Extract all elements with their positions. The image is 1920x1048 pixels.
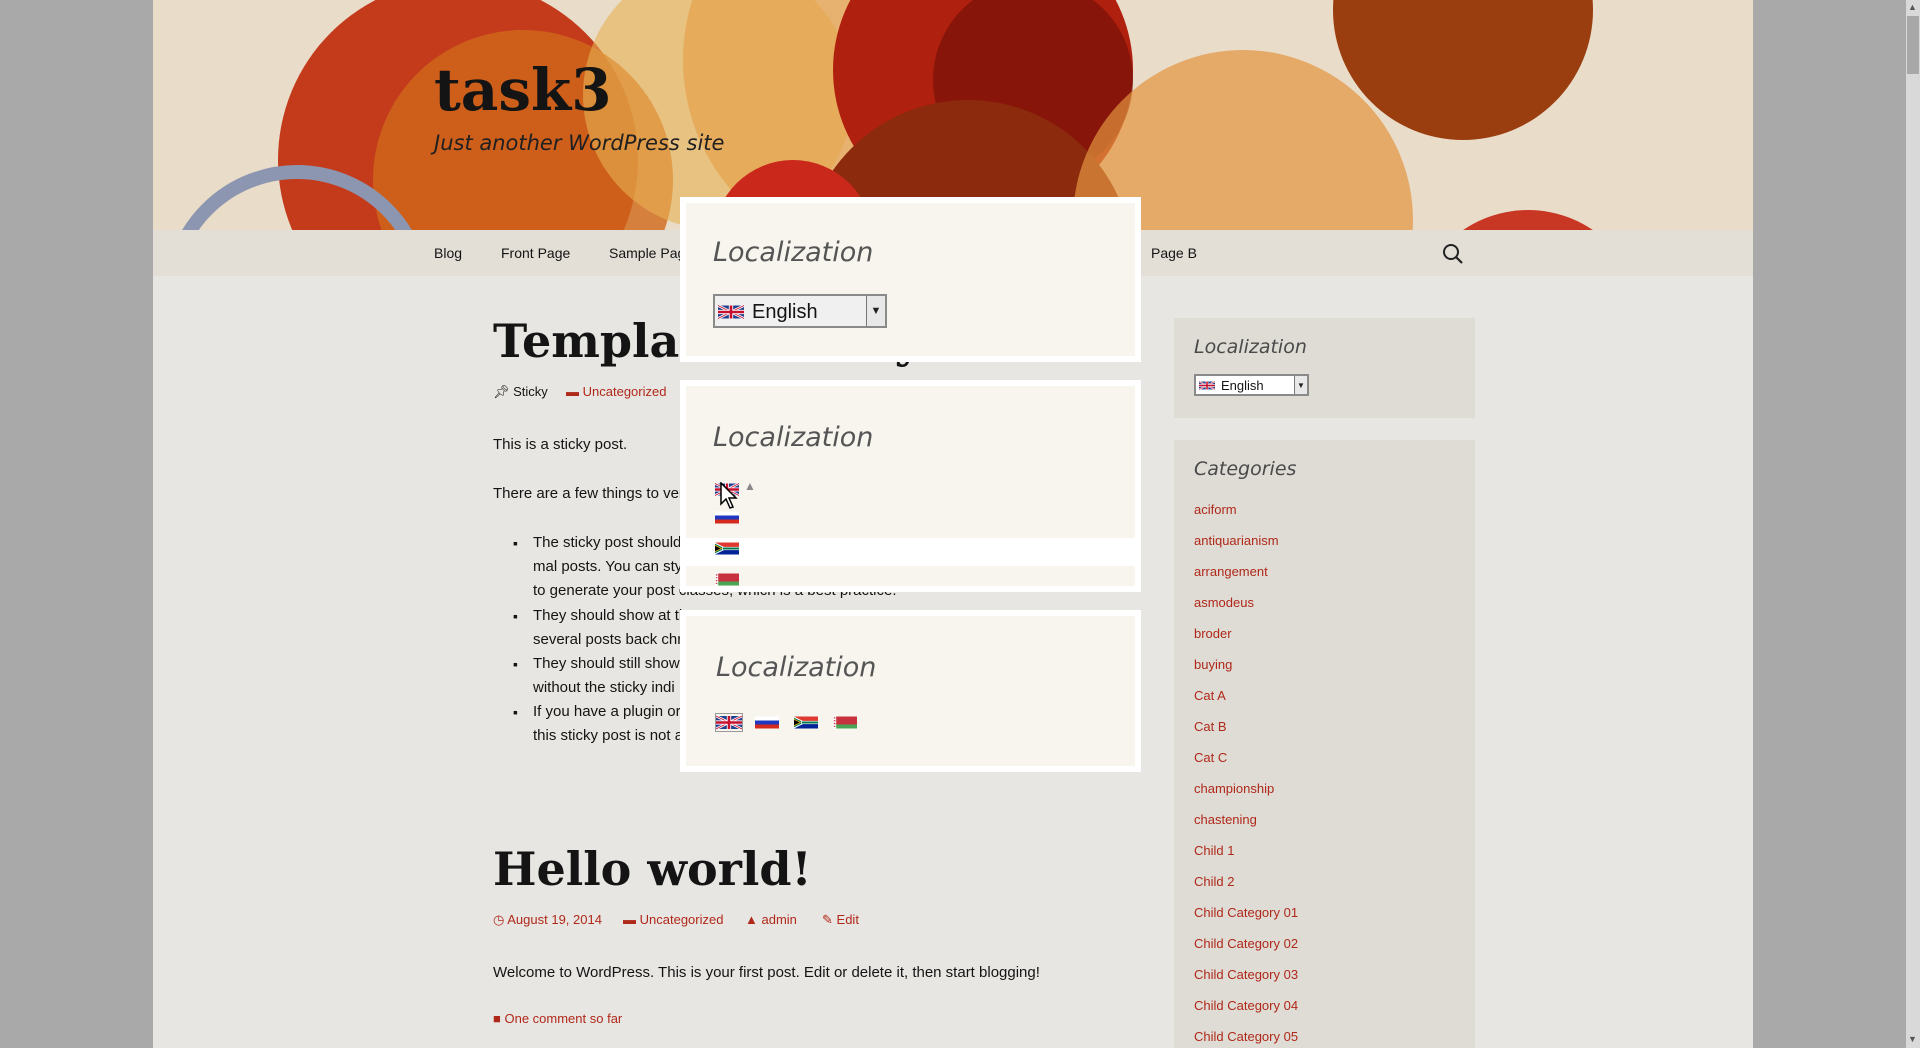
uk-flag-icon xyxy=(1199,380,1215,391)
scroll-down-icon[interactable]: ▼ xyxy=(1908,1034,1917,1044)
category-item[interactable]: chastening xyxy=(1194,812,1257,827)
search-icon[interactable] xyxy=(1442,243,1464,265)
nav-item-blog[interactable]: Blog xyxy=(434,230,462,276)
list-item-line: If you have a plugin or xyxy=(533,703,681,720)
page-scrollbar[interactable]: ▲ ▼ xyxy=(1906,0,1920,1048)
category-item[interactable]: Child Category 01 xyxy=(1194,905,1298,920)
comment-icon: ■ xyxy=(493,1011,501,1026)
edit-label: Edit xyxy=(836,912,859,927)
author-link[interactable]: ▲ admin xyxy=(745,912,797,927)
scroll-up-icon[interactable]: ▲ xyxy=(1908,2,1917,12)
flag-list-row-highlight xyxy=(686,538,1135,566)
category-item[interactable]: broder xyxy=(1194,626,1232,641)
comments-label: One comment so far xyxy=(504,1011,623,1026)
mouse-cursor-icon xyxy=(720,481,740,515)
nav-item-sample-page[interactable]: Sample Pag xyxy=(609,230,685,276)
category-item[interactable]: Child 1 xyxy=(1194,843,1234,858)
uk-flag-icon xyxy=(718,303,744,321)
localization-panel-flag-row: Localization xyxy=(680,610,1141,772)
list-item: They should show at th several posts bac… xyxy=(513,604,688,652)
nav-item-front-page[interactable]: Front Page xyxy=(501,230,570,276)
author-label: admin xyxy=(761,912,797,927)
widget-title: Categories xyxy=(1194,458,1297,480)
pushpin-icon: 📌︎ xyxy=(493,384,510,399)
language-select-value: English xyxy=(752,301,818,323)
category-label: Uncategorized xyxy=(639,912,724,927)
sticky-label: Sticky xyxy=(513,384,548,399)
site-header: task3 Just another WordPress site xyxy=(153,0,1753,230)
list-item-line: without the sticky indi xyxy=(533,679,675,696)
category-item[interactable]: antiquarianism xyxy=(1194,533,1279,548)
list-item-line: several posts back chr xyxy=(533,631,683,648)
list-item-line: They should show at th xyxy=(533,607,688,624)
category-label: Uncategorized xyxy=(582,384,667,399)
language-select[interactable]: English ▼ xyxy=(1194,374,1309,396)
category-item[interactable]: asmodeus xyxy=(1194,595,1254,610)
header-circle-decoration xyxy=(1413,210,1643,230)
panel-background: Localization ▲ xyxy=(680,380,1141,592)
russia-flag-icon[interactable] xyxy=(755,715,779,730)
user-icon: ▲ xyxy=(745,912,758,927)
nav-item-page-b[interactable]: Page B xyxy=(1151,230,1197,276)
chevron-down-icon[interactable]: ▼ xyxy=(866,296,885,326)
post-date-link[interactable]: ◷ August 19, 2014 xyxy=(493,912,602,928)
clock-icon: ◷ xyxy=(493,912,505,927)
panel-title: Localization xyxy=(713,237,874,268)
sidebar-categories-widget: Categories xyxy=(1174,440,1475,1048)
category-item[interactable]: Child Category 03 xyxy=(1194,967,1298,982)
category-item[interactable]: Child 2 xyxy=(1194,874,1234,889)
post-paragraph: There are a few things to ver xyxy=(493,485,684,502)
sidebar-localization-widget: Localization English ▼ xyxy=(1174,318,1475,418)
category-item[interactable]: aciform xyxy=(1194,502,1237,517)
panel-background: Localization English ▼ xyxy=(680,197,1141,362)
category-item[interactable]: Cat B xyxy=(1194,719,1227,734)
category-item[interactable]: arrangement xyxy=(1194,564,1268,579)
panel-title: Localization xyxy=(716,652,877,683)
belarus-flag-icon[interactable] xyxy=(833,715,857,730)
category-item[interactable]: championship xyxy=(1194,781,1274,796)
category-item[interactable]: Child Category 05 xyxy=(1194,1029,1298,1044)
panel-title: Localization xyxy=(713,422,874,453)
folder-icon: ▬ xyxy=(566,384,579,399)
post-date: August 19, 2014 xyxy=(507,912,602,927)
localization-panel-dropdown: Localization English ▼ xyxy=(680,197,1141,362)
category-item[interactable]: buying xyxy=(1194,657,1232,672)
chevron-down-icon[interactable]: ▼ xyxy=(1294,376,1307,394)
site-title[interactable]: task3 xyxy=(434,56,612,124)
category-item[interactable]: Cat C xyxy=(1194,750,1227,765)
pencil-icon: ✎ xyxy=(822,912,833,927)
post-paragraph: This is a sticky post. xyxy=(493,436,628,453)
category-item[interactable]: Child Category 04 xyxy=(1194,998,1298,1013)
south-africa-flag-icon[interactable] xyxy=(794,715,818,730)
category-item[interactable]: Child Category 02 xyxy=(1194,936,1298,951)
comments-link[interactable]: ■ One comment so far xyxy=(493,1011,622,1026)
sticky-meta: 📌︎ Sticky xyxy=(493,384,548,400)
category-link[interactable]: ▬ Uncategorized xyxy=(566,384,666,399)
category-link[interactable]: ▬ Uncategorized xyxy=(623,912,723,927)
folder-icon: ▬ xyxy=(623,912,636,927)
belarus-flag-icon[interactable] xyxy=(715,572,739,587)
south-africa-flag-icon[interactable] xyxy=(715,541,739,556)
localization-panel-flag-list: Localization ▲ xyxy=(680,380,1141,592)
language-select-value: English xyxy=(1221,378,1264,393)
uk-flag-icon[interactable] xyxy=(715,713,743,732)
post-title[interactable]: Hello world! xyxy=(493,842,812,896)
panel-background: Localization xyxy=(680,610,1141,772)
list-item: If you have a plugin or this sticky post… xyxy=(513,700,684,748)
chevron-up-icon[interactable]: ▲ xyxy=(744,479,756,493)
category-item[interactable]: Cat A xyxy=(1194,688,1226,703)
scrollbar-thumb[interactable] xyxy=(1907,16,1919,74)
list-item-line: this sticky post is not a xyxy=(533,727,684,744)
edit-link[interactable]: ✎ Edit xyxy=(822,912,859,928)
list-item: They should still show without the stick… xyxy=(513,652,680,700)
site-tagline: Just another WordPress site xyxy=(434,131,725,155)
list-item-line: They should still show xyxy=(533,655,680,672)
post-body: Welcome to WordPress. This is your first… xyxy=(493,964,1040,981)
language-select-large[interactable]: English ▼ xyxy=(713,294,887,328)
widget-title: Localization xyxy=(1194,336,1307,358)
